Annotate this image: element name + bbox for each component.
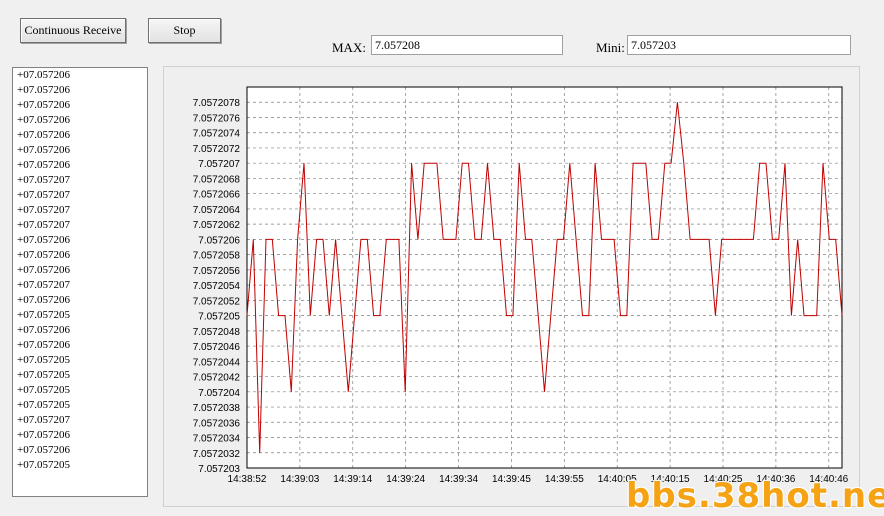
y-tick-label: 7.0572032: [193, 449, 241, 460]
list-item[interactable]: +07.057206: [13, 323, 147, 338]
list-item[interactable]: +07.057206: [13, 68, 147, 83]
max-label: MAX:: [332, 40, 366, 55]
list-item[interactable]: +07.057206: [13, 98, 147, 113]
x-tick-label: 14:38:52: [228, 474, 267, 485]
list-item[interactable]: +07.057205: [13, 308, 147, 323]
list-item[interactable]: +07.057207: [13, 188, 147, 203]
y-tick-label: 7.057204: [198, 388, 240, 399]
max-value-field[interactable]: 7.057208: [371, 35, 563, 55]
readings-list[interactable]: +07.057206 +07.057206 +07.057206 +07.057206…: [12, 67, 148, 497]
x-tick-label: 14:39:45: [492, 474, 531, 485]
y-tick-label: 7.0572058: [193, 251, 241, 262]
list-item[interactable]: +07.057205: [13, 383, 147, 398]
list-item[interactable]: +07.057206: [13, 158, 147, 173]
y-tick-label: 7.057206: [198, 235, 240, 246]
watermark-logo: bbs.38hot.net: [626, 476, 884, 516]
y-tick-label: 7.0572048: [193, 327, 241, 338]
list-item[interactable]: +07.057206: [13, 83, 147, 98]
list-item[interactable]: +07.057206: [13, 143, 147, 158]
list-item[interactable]: +07.057207: [13, 413, 147, 428]
list-item[interactable]: +07.057207: [13, 218, 147, 233]
list-item[interactable]: +07.057205: [13, 458, 147, 473]
list-item[interactable]: +07.057206: [13, 443, 147, 458]
list-item[interactable]: +07.057207: [13, 278, 147, 293]
y-tick-label: 7.0572074: [193, 129, 241, 140]
mini-label: Mini:: [596, 40, 625, 55]
y-tick-label: 7.0572068: [193, 174, 241, 185]
continuous-receive-button[interactable]: Continuous Receive: [20, 18, 126, 43]
list-item[interactable]: +07.057205: [13, 353, 147, 368]
y-tick-label: 7.0572034: [193, 434, 241, 445]
y-tick-label: 7.0572056: [193, 266, 241, 277]
list-item[interactable]: +07.057207: [13, 173, 147, 188]
y-tick-label: 7.0572038: [193, 403, 241, 414]
list-item[interactable]: +07.057206: [13, 428, 147, 443]
mini-value-field[interactable]: 7.057203: [627, 35, 851, 55]
x-tick-label: 14:39:03: [280, 474, 319, 485]
y-tick-label: 7.0572062: [193, 220, 241, 231]
list-item[interactable]: +07.057207: [13, 203, 147, 218]
stop-button[interactable]: Stop: [148, 18, 221, 43]
y-tick-label: 7.0572072: [193, 144, 241, 155]
y-tick-label: 7.0572076: [193, 113, 241, 124]
x-tick-label: 14:39:14: [333, 474, 372, 485]
y-tick-label: 7.0572036: [193, 418, 241, 429]
y-tick-label: 7.057207: [198, 159, 240, 170]
y-tick-label: 7.0572052: [193, 296, 241, 307]
plot-area: [247, 87, 842, 468]
list-item[interactable]: +07.057206: [13, 263, 147, 278]
y-tick-label: 7.0572054: [193, 281, 241, 292]
y-tick-label: 7.0572066: [193, 190, 241, 201]
y-tick-label: 7.0572042: [193, 373, 241, 384]
y-tick-label: 7.0572064: [193, 205, 241, 216]
y-tick-label: 7.0572078: [193, 98, 241, 109]
list-item[interactable]: +07.057206: [13, 233, 147, 248]
x-tick-label: 14:39:34: [439, 474, 478, 485]
x-tick-label: 14:39:24: [386, 474, 425, 485]
list-item[interactable]: +07.057205: [13, 398, 147, 413]
chart-canvas: 7.0572037.05720327.05720347.05720367.057…: [193, 86, 849, 485]
chart-panel: 7.057203 7.0572032 7.0572034 7.0572036 7.057…: [163, 66, 860, 507]
list-item[interactable]: +07.057206: [13, 248, 147, 263]
y-tick-label: 7.057205: [198, 312, 240, 323]
y-tick-label: 7.0572046: [193, 342, 241, 353]
y-tick-label: 7.0572044: [193, 357, 241, 368]
list-item[interactable]: +07.057206: [13, 293, 147, 308]
list-item[interactable]: +07.057206: [13, 128, 147, 143]
list-item[interactable]: +07.057206: [13, 338, 147, 353]
list-item[interactable]: +07.057206: [13, 113, 147, 128]
list-item[interactable]: +07.057205: [13, 368, 147, 383]
x-tick-label: 14:39:55: [545, 474, 584, 485]
